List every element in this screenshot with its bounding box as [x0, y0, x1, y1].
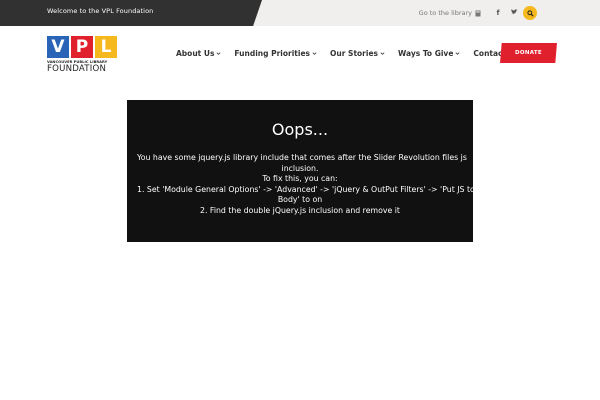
go-to-library-label: Go to the library [418, 9, 472, 17]
search-button[interactable] [523, 6, 537, 20]
vpl-foundation-logo[interactable]: V P L VANCOUVER PUBLIC LIBRARY FOUNDATIO… [47, 36, 117, 74]
book-icon [475, 10, 481, 16]
nav-funding-priorities[interactable]: Funding Priorities [234, 49, 317, 58]
nav-our-stories-label: Our Stories [330, 49, 379, 58]
error-title: Oops... [271, 120, 329, 139]
error-line: 1. Set 'Module General Options' -> 'Adva… [137, 184, 475, 194]
top-bar-links: Go to the library f in [419, 6, 538, 20]
error-line: Body' to on [277, 195, 323, 205]
logo-letter-p: P [71, 36, 93, 58]
logo-letter-l: L [95, 36, 117, 58]
main-nav: About Us Funding Priorities Our Stories … [176, 49, 519, 58]
logo-letter-v: V [47, 36, 69, 58]
nav-our-stories[interactable]: Our Stories [330, 49, 385, 58]
chevron-down-icon [216, 52, 221, 55]
facebook-icon[interactable]: f [490, 9, 506, 17]
top-bar: Welcome to the VPL Foundation Go to the … [0, 0, 600, 26]
go-to-library-link[interactable]: Go to the library [419, 9, 481, 17]
logo-letters: V P L [47, 36, 117, 58]
welcome-text: Welcome to the VPL Foundation [47, 7, 154, 15]
nav-funding-priorities-label: Funding Priorities [234, 49, 311, 58]
search-icon [526, 9, 534, 17]
nav-ways-to-give-label: Ways To Give [398, 49, 454, 58]
error-line: 2. Find the double jQuery.js inclusion a… [199, 205, 400, 215]
slider-error-box: Oops... You have some jquery.js library … [127, 100, 475, 242]
error-line: You have some jquery.js library include … [137, 153, 467, 162]
logo-foundation-text: FOUNDATION [47, 64, 107, 74]
chevron-down-icon [380, 52, 385, 55]
chevron-down-icon [455, 52, 460, 55]
nav-about-us[interactable]: About Us [176, 49, 221, 58]
error-line: To fix this, you can: [262, 174, 338, 184]
donate-button[interactable]: DONATE [500, 43, 557, 63]
error-message: You have some jquery.js library include … [137, 153, 475, 217]
error-line: inclusion. [281, 163, 319, 173]
chevron-down-icon [312, 52, 317, 55]
nav-about-us-label: About Us [176, 49, 215, 58]
nav-ways-to-give[interactable]: Ways To Give [398, 49, 460, 58]
twitter-icon[interactable] [506, 9, 522, 17]
